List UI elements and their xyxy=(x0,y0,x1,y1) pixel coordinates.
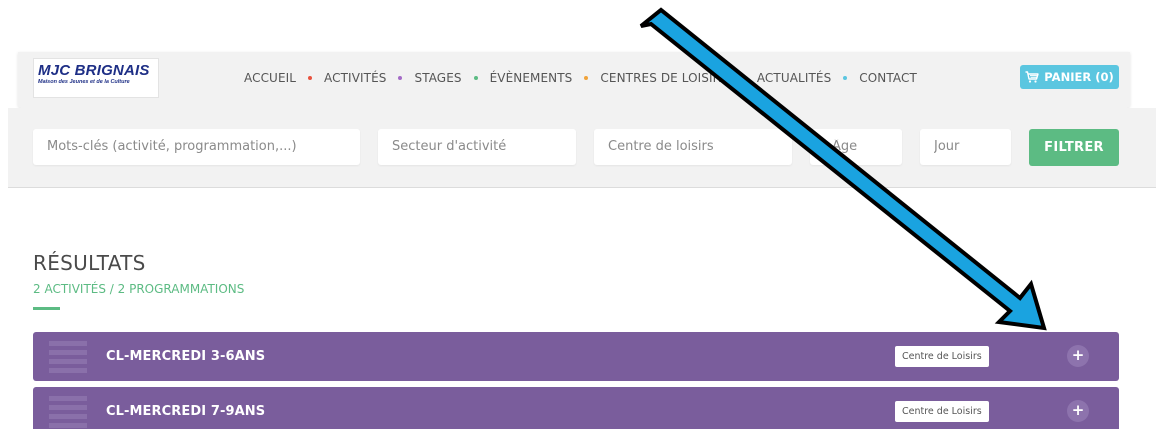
nav-item-contact[interactable]: CONTACT xyxy=(859,71,917,85)
nav-separator-dot xyxy=(398,76,403,80)
results-divider xyxy=(33,307,60,310)
expand-plus-icon[interactable]: + xyxy=(1067,345,1089,367)
age-select[interactable] xyxy=(810,129,902,165)
site-header: MJC BRIGNAIS Maison des Jeunes et de la … xyxy=(18,52,1130,108)
cart-button[interactable]: PANIER (0) xyxy=(1020,65,1119,89)
list-icon xyxy=(49,395,87,428)
cart-icon xyxy=(1025,71,1039,83)
result-row[interactable]: CL-MERCREDI 7-9ANS Centre de Loisirs + xyxy=(33,387,1119,429)
nav-item-evenements[interactable]: ÉVÈNEMENTS xyxy=(490,71,573,85)
nav-item-centres-de-loisirs[interactable]: CENTRES DE LOISIRS xyxy=(600,71,728,85)
sector-select[interactable] xyxy=(378,129,576,165)
list-icon xyxy=(49,340,87,373)
filter-button[interactable]: FILTRER xyxy=(1029,129,1119,166)
nav-separator-dot xyxy=(473,76,478,80)
result-row-title: CL-MERCREDI 7-9ANS xyxy=(106,404,266,419)
result-row[interactable]: CL-MERCREDI 3-6ANS Centre de Loisirs + xyxy=(33,332,1119,381)
logo-title: MJC BRIGNAIS xyxy=(38,62,150,79)
nav-separator-dot xyxy=(740,76,745,80)
nav-item-activites[interactable]: ACTIVITÉS xyxy=(324,71,386,85)
site-logo[interactable]: MJC BRIGNAIS Maison des Jeunes et de la … xyxy=(33,58,159,98)
logo-subtitle: Maison des Jeunes et de la Culture xyxy=(38,79,130,85)
category-badge: Centre de Loisirs xyxy=(895,346,989,367)
nav-item-actualites[interactable]: ACTUALITÉS xyxy=(757,71,831,85)
nav-separator-dot xyxy=(308,76,313,80)
category-badge: Centre de Loisirs xyxy=(895,401,989,422)
result-row-title: CL-MERCREDI 3-6ANS xyxy=(106,349,266,364)
main-nav: ACCUEIL ACTIVITÉS STAGES ÉVÈNEMENTS CENT… xyxy=(244,52,917,104)
nav-item-accueil[interactable]: ACCUEIL xyxy=(244,71,296,85)
day-select[interactable] xyxy=(920,129,1011,165)
nav-separator-dot xyxy=(584,76,589,80)
filter-bar: FILTRER xyxy=(8,108,1156,188)
keywords-input[interactable] xyxy=(33,129,360,165)
center-select[interactable] xyxy=(594,129,792,165)
expand-plus-icon[interactable]: + xyxy=(1067,400,1089,422)
cart-label: PANIER (0) xyxy=(1044,70,1114,84)
results-summary: 2 ACTIVITÉS / 2 PROGRAMMATIONS xyxy=(33,282,245,296)
page: MJC BRIGNAIS Maison des Jeunes et de la … xyxy=(0,0,1156,429)
results-title: RÉSULTATS xyxy=(33,251,146,275)
nav-item-stages[interactable]: STAGES xyxy=(414,71,461,85)
nav-separator-dot xyxy=(843,76,848,80)
